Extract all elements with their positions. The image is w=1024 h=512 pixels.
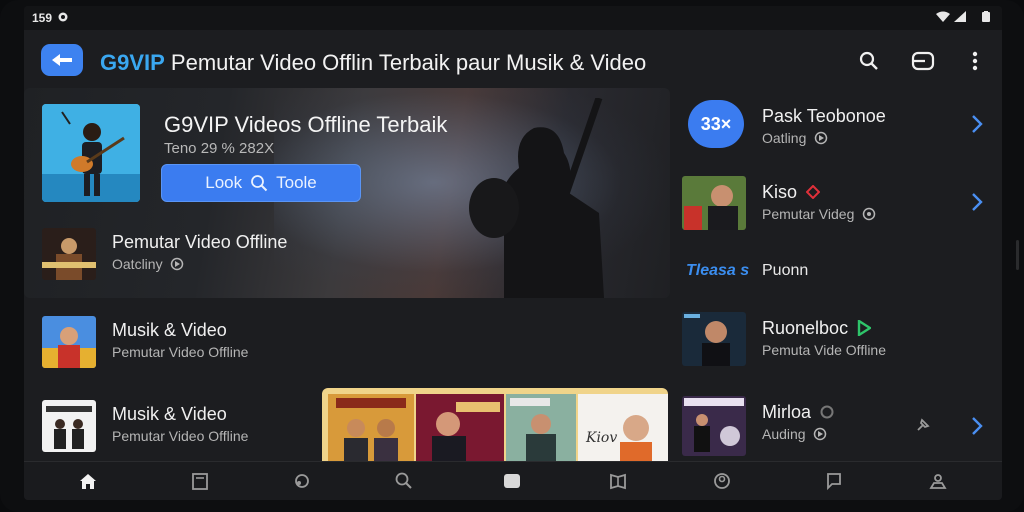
cast-icon: [911, 51, 935, 71]
globe-icon: [295, 474, 309, 488]
right-list-item-thumbnail: [682, 176, 746, 230]
search-icon: [395, 472, 412, 489]
notification-icon: [58, 11, 68, 22]
status-bar: 159: [24, 6, 1002, 30]
app-bar: G9VIP Pemutar Video Offlin Terbaik paur …: [24, 30, 1002, 92]
right-list-item-title: Kiso: [762, 182, 821, 203]
app-screen: 159 G9VIP Pemutar Video Offlin Terbaik p…: [24, 6, 1002, 500]
diamond-icon: [805, 184, 821, 200]
list-item-subtitle: Pemutar Video Offline: [112, 428, 249, 444]
list-item-thumbnail: [42, 400, 96, 452]
nav-explore[interactable]: [710, 470, 734, 492]
home-icon: [80, 474, 96, 489]
nav-library[interactable]: [188, 470, 212, 492]
chevron-right-icon[interactable]: [970, 114, 984, 134]
chevron-right-icon[interactable]: [970, 416, 984, 436]
right-list-item-subtitle: Oatling: [762, 130, 828, 146]
featured-subtitle: Teno 29 % 282X: [164, 140, 275, 157]
featured-button-label-right: Toole: [276, 173, 317, 192]
bottom-navigation: [24, 461, 1002, 500]
signal-icon: [954, 11, 966, 22]
right-list-item-thumbnail: [682, 312, 746, 366]
explore-icon: [714, 473, 730, 489]
musician-silhouette: [469, 98, 604, 298]
app-title-text: Pemutar Video Offlin Terbaik paur Musik …: [164, 50, 647, 75]
battery-icon: [982, 11, 990, 22]
more-vert-icon: [972, 51, 978, 71]
featured-button-label-left: Look: [205, 173, 243, 192]
folder-icon: [504, 474, 520, 488]
chat-icon: [827, 473, 841, 491]
play-badge-icon: [857, 318, 873, 338]
section-title: Puonn: [762, 262, 809, 279]
app-logo-icon: [52, 54, 72, 66]
nav-chat[interactable]: [822, 470, 846, 492]
featured-title: G9VIP Videos Offline Terbaik: [164, 112, 448, 137]
list-item-title: Musik & Video: [112, 404, 227, 424]
nav-profile[interactable]: [926, 470, 950, 492]
nav-folder[interactable]: [500, 470, 524, 492]
list-item-subtitle: Pemutar Video Offline: [112, 344, 249, 360]
offline-icon: [171, 257, 184, 271]
device-side-button: [1016, 240, 1019, 270]
right-list-item-subtitle: Pemutar Videg: [762, 206, 876, 222]
more-options-button[interactable]: [962, 48, 988, 74]
app-title: G9VIP Pemutar Video Offlin Terbaik paur …: [100, 50, 646, 76]
featured-thumbnail[interactable]: [42, 104, 140, 202]
guitarist-image: [42, 104, 140, 202]
wifi-icon: [936, 11, 950, 22]
right-list-item-subtitle: Pemuta Vide Offline: [762, 342, 887, 358]
right-list-item-thumbnail: [682, 396, 746, 456]
nav-book[interactable]: [606, 470, 630, 492]
right-section-header[interactable]: Tleasa s Puonn: [682, 260, 1002, 290]
cast-button[interactable]: [910, 48, 936, 74]
search-icon: [251, 175, 268, 192]
featured-action-button[interactable]: Look Toole: [161, 164, 361, 202]
list-item-subtitle: Oatcliny: [112, 256, 184, 272]
status-time: 159: [32, 11, 53, 25]
offline-icon: [814, 427, 827, 441]
list-item-title: Pemutar Video Offline: [112, 232, 288, 252]
right-list-item-subtitle: Auding: [762, 426, 827, 442]
right-list-item[interactable]: Mirloa Auding: [682, 396, 1002, 456]
right-list-item-badge: 33×: [688, 100, 744, 148]
app-logo[interactable]: [41, 44, 83, 76]
svg-text:Kiov: Kiov: [585, 430, 617, 446]
list-item-thumbnail: [42, 316, 96, 368]
chevron-right-icon[interactable]: [970, 192, 984, 212]
nav-home[interactable]: [76, 470, 100, 492]
right-list-item[interactable]: Ruonelboc Pemuta Vide Offline: [682, 312, 1002, 372]
list-item-thumbnail: [42, 228, 96, 280]
right-list-item[interactable]: Kiso Pemutar Videg: [682, 176, 1002, 236]
nav-browse[interactable]: [290, 470, 314, 492]
right-list-item-title: Ruonelboc: [762, 318, 873, 339]
profile-icon: [929, 474, 947, 489]
album-carousel[interactable]: Kiov: [322, 388, 668, 472]
offline-icon: [863, 207, 876, 221]
offline-icon: [815, 131, 828, 145]
pin-icon[interactable]: [914, 416, 932, 434]
right-list-item-title: Mirloa: [762, 402, 834, 423]
search-button[interactable]: [856, 48, 882, 74]
featured-banner[interactable]: G9VIP Videos Offline Terbaik Teno 29 % 2…: [24, 88, 670, 298]
right-list-item[interactable]: 33× Pask Teobonoe Oatling: [682, 100, 1002, 160]
search-icon: [859, 51, 878, 70]
nav-search[interactable]: [392, 470, 416, 492]
library-icon: [192, 473, 208, 490]
book-icon: [610, 473, 626, 490]
right-list-item-title: Pask Teobonoe: [762, 106, 886, 126]
section-label: Tleasa s: [686, 262, 750, 279]
status-icon: [820, 405, 834, 419]
list-item-title: Musik & Video: [112, 320, 227, 340]
app-brand: G9VIP: [100, 50, 165, 75]
